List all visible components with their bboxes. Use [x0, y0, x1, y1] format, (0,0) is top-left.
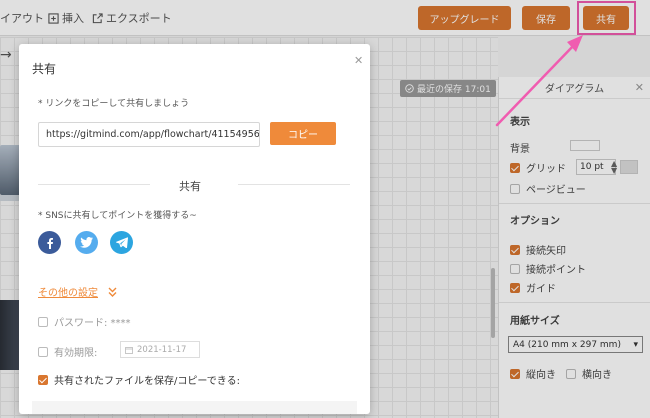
panel-header: ダイアグラム ✕: [499, 77, 650, 99]
connector-arrow-shape[interactable]: →: [0, 47, 12, 63]
guide-option[interactable]: ガイド: [510, 280, 556, 295]
panel-close-icon[interactable]: ✕: [635, 81, 644, 94]
link-instruction: * リンクをコピーして共有しましょう: [38, 99, 190, 109]
share-link-input[interactable]: https://gitmind.com/app/flowchart/411549…: [38, 122, 260, 147]
password-option[interactable]: パスワード: ****: [38, 314, 131, 329]
portrait-checkbox[interactable]: [510, 368, 520, 379]
guide-checkbox[interactable]: [510, 282, 520, 293]
grid-color-swatch[interactable]: [620, 160, 638, 174]
upgrade-button[interactable]: アップグレード: [418, 6, 511, 30]
dialog-close-icon[interactable]: ✕: [354, 54, 363, 67]
more-settings-link[interactable]: その他の設定: [38, 284, 117, 299]
export-label: エクスポート: [106, 12, 172, 25]
twitter-icon: [80, 237, 93, 248]
display-section-title: 表示: [510, 117, 530, 128]
save-copy-option[interactable]: 共有されたファイルを保存/コピーできる:: [38, 372, 240, 387]
save-copy-checkbox[interactable]: [38, 374, 48, 385]
expiry-date-input[interactable]: 2021-11-17: [120, 341, 200, 358]
panel-divider: [499, 302, 650, 303]
connection-arrow-checkbox[interactable]: [510, 244, 520, 255]
options-section-title: オプション: [510, 216, 560, 227]
connection-point-option[interactable]: 接続ポイント: [510, 261, 586, 276]
facebook-icon: [46, 237, 53, 249]
check-circle-icon: [405, 84, 414, 93]
last-saved-indicator: 最近の保存 17:01: [400, 80, 496, 97]
copy-button[interactable]: コピー: [270, 122, 336, 145]
top-toolbar: イアウト 挿入 エクスポート アップグレード 保存 共有: [0, 0, 650, 36]
paper-size-section-title: 用紙サイズ: [510, 316, 560, 327]
dialog-bottom-strip: [32, 401, 357, 414]
expiry-label: 有効期限:: [54, 348, 98, 359]
layout-menu[interactable]: イアウト: [0, 10, 44, 26]
save-copy-label: 共有されたファイルを保存/コピーできる:: [54, 376, 240, 387]
layout-label: イアウト: [0, 12, 44, 25]
portrait-option[interactable]: 縦向き: [510, 366, 556, 381]
connection-point-label: 接続ポイント: [526, 265, 586, 276]
expiry-checkbox[interactable]: [38, 346, 48, 357]
background-row: 背景: [510, 140, 530, 155]
chevron-down-icon: ▾: [633, 339, 638, 350]
panel-divider: [499, 203, 650, 204]
landscape-label: 横向き: [582, 370, 612, 381]
password-checkbox[interactable]: [38, 316, 48, 327]
telegram-share-button[interactable]: [110, 231, 133, 254]
calendar-icon: [125, 346, 133, 354]
landscape-checkbox[interactable]: [566, 368, 576, 379]
grid-label: グリッド: [526, 164, 566, 175]
grid-size-stepper[interactable]: ▲ ▼: [611, 160, 617, 175]
share-heading: 共有: [179, 180, 201, 193]
facebook-share-button[interactable]: [38, 231, 61, 254]
sns-instruction: * SNSに共有してポイントを獲得する~: [38, 211, 197, 221]
grid-option[interactable]: グリッド: [510, 160, 566, 175]
password-label: パスワード: ****: [54, 318, 131, 329]
insert-label: 挿入: [62, 12, 84, 25]
page-view-checkbox[interactable]: [510, 183, 520, 194]
twitter-share-button[interactable]: [75, 231, 98, 254]
telegram-icon: [115, 237, 128, 248]
panel-title: ダイアグラム: [544, 84, 605, 95]
share-dialog: 共有 ✕ * リンクをコピーして共有しましょう https://gitmind.…: [19, 44, 370, 414]
export-menu[interactable]: エクスポート: [92, 10, 172, 26]
expiry-option[interactable]: 有効期限:: [38, 344, 97, 359]
page-view-label: ページビュー: [526, 185, 586, 196]
landscape-option[interactable]: 横向き: [566, 366, 612, 381]
server-image[interactable]: [0, 300, 20, 370]
grid-size-input[interactable]: 10 pt: [576, 159, 616, 175]
dialog-title: 共有: [32, 62, 57, 76]
connection-point-checkbox[interactable]: [510, 263, 520, 274]
background-color-swatch[interactable]: [570, 140, 600, 151]
insert-menu[interactable]: 挿入: [48, 10, 84, 26]
portrait-label: 縦向き: [526, 370, 556, 381]
last-saved-text: 最近の保存 17:01: [417, 85, 491, 95]
guide-label: ガイド: [526, 284, 556, 295]
expiry-date-value: 2021-11-17: [137, 344, 187, 355]
export-icon: [92, 12, 103, 23]
connection-arrow-label: 接続矢印: [526, 246, 566, 257]
paper-size-value: A4 (210 mm x 297 mm): [513, 339, 621, 350]
paper-size-select[interactable]: A4 (210 mm x 297 mm) ▾: [508, 336, 643, 353]
connection-arrow-option[interactable]: 接続矢印: [510, 242, 566, 257]
save-button[interactable]: 保存: [522, 6, 570, 30]
grid-checkbox[interactable]: [510, 162, 520, 173]
share-button-highlight: [577, 1, 636, 35]
page-view-option[interactable]: ページビュー: [510, 181, 586, 196]
background-label: 背景: [510, 144, 530, 155]
canvas-scrollbar[interactable]: [491, 268, 495, 338]
insert-icon: [48, 12, 59, 24]
more-settings-label: その他の設定: [38, 288, 98, 299]
double-chevron-down-icon: [108, 287, 117, 297]
